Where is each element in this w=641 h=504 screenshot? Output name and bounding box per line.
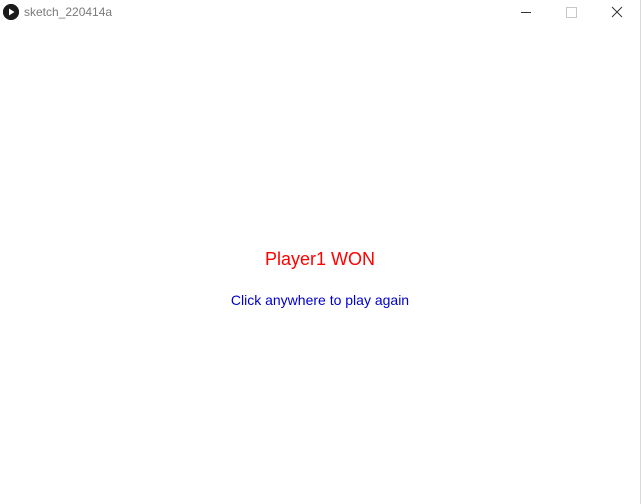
maximize-icon xyxy=(566,7,577,18)
processing-play-icon xyxy=(3,4,19,20)
maximize-button[interactable] xyxy=(548,0,594,24)
title-bar[interactable]: sketch_220414a xyxy=(0,0,640,24)
restart-prompt: Click anywhere to play again xyxy=(230,292,410,308)
sketch-canvas[interactable]: Player1 WON Click anywhere to play again xyxy=(0,24,640,504)
minimize-icon xyxy=(521,12,531,13)
window-title: sketch_220414a xyxy=(24,5,113,19)
win-message: Player1 WON xyxy=(264,249,376,269)
minimize-button[interactable] xyxy=(503,0,549,24)
close-button[interactable] xyxy=(594,0,640,24)
sketch-window: sketch_220414a Player1 WON Click anywher… xyxy=(0,0,641,504)
close-icon xyxy=(611,6,623,18)
